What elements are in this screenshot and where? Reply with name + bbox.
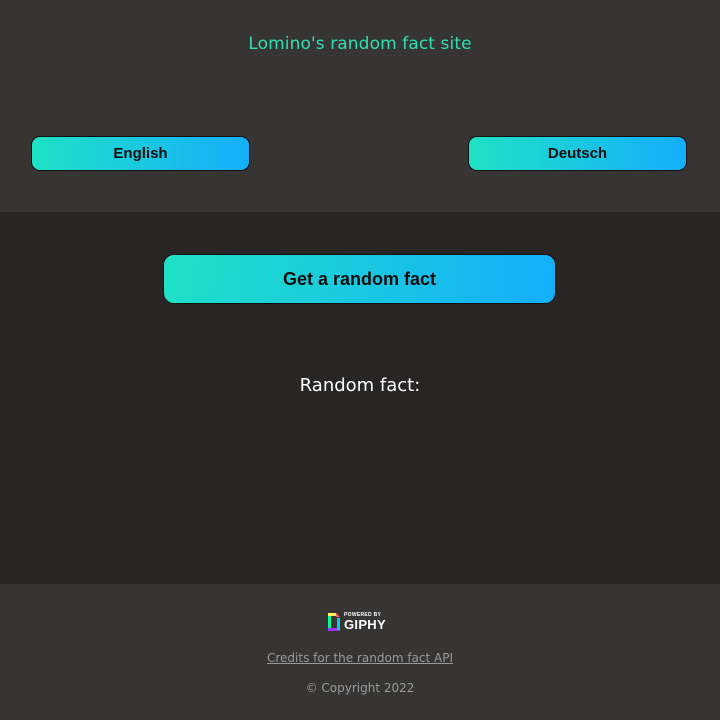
site-header: Lomino's random fact site English Deutsc…	[0, 0, 720, 212]
credits-link[interactable]: Credits for the random fact API	[0, 651, 720, 665]
site-footer: POWERED BY GIPHY Credits for the random …	[0, 584, 720, 720]
get-random-fact-button[interactable]: Get a random fact	[163, 254, 556, 304]
english-button[interactable]: English	[31, 136, 250, 171]
random-fact-label: Random fact:	[299, 375, 421, 396]
copyright-text: © Copyright 2022	[305, 681, 415, 695]
deutsch-button[interactable]: Deutsch	[468, 136, 687, 171]
main-content: Get a random fact Random fact:	[0, 212, 720, 584]
giphy-logo-icon	[328, 613, 340, 631]
giphy-attribution[interactable]: POWERED BY GIPHY	[327, 612, 393, 632]
site-title: Lomino's random fact site	[248, 34, 472, 54]
giphy-brand: GIPHY	[344, 617, 386, 632]
